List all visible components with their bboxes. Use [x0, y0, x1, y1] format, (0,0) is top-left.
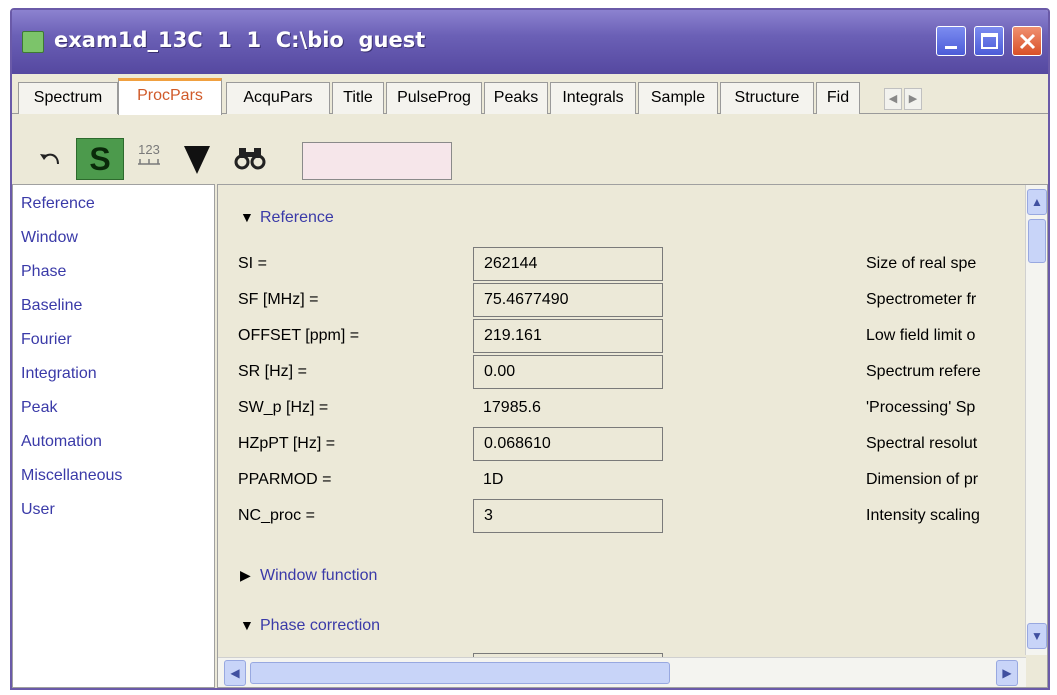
parameter-panel: ▼ Reference SI = 262144 Size of real spe …: [217, 184, 1048, 688]
param-description: Intensity scaling: [866, 507, 980, 524]
param-label: SW_p [Hz] =: [238, 399, 329, 416]
param-description: Spectrometer fr: [866, 291, 977, 308]
tab-bar: Spectrum ProcPars AcquPars Title PulsePr…: [12, 78, 1048, 115]
tab-spectrum[interactable]: Spectrum: [18, 82, 118, 114]
close-button[interactable]: [1012, 26, 1042, 56]
sidebar-item-user[interactable]: User: [21, 501, 55, 519]
sw-p-value: 17985.6: [483, 399, 541, 416]
param-description: Dimension of pr: [866, 471, 979, 488]
show-all-button[interactable]: S: [76, 138, 124, 180]
procpars-window: exam1d_13C 1 1 C:\bio guest Spectrum Pro…: [10, 8, 1050, 690]
horizontal-scrollbar[interactable]: ◀ ▶: [218, 657, 1026, 687]
sidebar: Reference Window Phase Baseline Fourier …: [12, 184, 215, 688]
tab-fid[interactable]: Fid: [816, 82, 860, 114]
triangle-right-icon: ▶: [240, 567, 251, 583]
sidebar-item-automation[interactable]: Automation: [21, 433, 102, 451]
binoculars-icon: [234, 148, 266, 170]
param-label: NC_proc =: [238, 507, 315, 524]
app-icon: [22, 31, 44, 53]
triangle-down-icon: ▼: [240, 209, 254, 225]
scroll-right-button[interactable]: ▶: [996, 660, 1018, 686]
triangle-down-icon: [184, 146, 210, 174]
triangle-down-icon: ▼: [240, 617, 254, 633]
title-bar[interactable]: exam1d_13C 1 1 C:\bio guest: [12, 10, 1048, 74]
toolbar: S 123: [12, 116, 1048, 184]
offset-field[interactable]: 219.161: [473, 319, 663, 353]
sidebar-item-phase[interactable]: Phase: [21, 263, 66, 281]
param-label: PPARMOD =: [238, 471, 332, 488]
sidebar-item-baseline[interactable]: Baseline: [21, 297, 82, 315]
search-button[interactable]: [230, 140, 270, 176]
section-window-function-label: Window function: [260, 567, 378, 584]
maximize-icon: [981, 33, 998, 49]
pparmod-value: 1D: [483, 471, 504, 488]
sidebar-item-fourier[interactable]: Fourier: [21, 331, 72, 349]
scale-icon: [138, 159, 160, 165]
hzppt-field[interactable]: 0.068610: [473, 427, 663, 461]
section-window-function[interactable]: ▶ Window function: [240, 567, 377, 585]
minimize-button[interactable]: [936, 26, 966, 56]
tab-sample[interactable]: Sample: [638, 82, 718, 114]
param-label: SR [Hz] =: [238, 363, 307, 380]
section-reference-label: Reference: [260, 209, 334, 226]
tab-scroll-left-button[interactable]: ◀: [884, 88, 902, 110]
numeric-label: 123: [138, 142, 160, 157]
tab-acqupars[interactable]: AcquPars: [226, 82, 330, 114]
minimize-icon: [945, 46, 957, 49]
scroll-left-button[interactable]: ◀: [224, 660, 246, 686]
param-description: Spectral resolut: [866, 435, 978, 452]
si-field[interactable]: 262144: [473, 247, 663, 281]
tab-peaks[interactable]: Peaks: [484, 82, 548, 114]
undo-icon: [40, 153, 59, 165]
tab-pulseprog[interactable]: PulseProg: [386, 82, 482, 114]
search-input[interactable]: [302, 142, 452, 180]
window-title: exam1d_13C 1 1 C:\bio guest: [54, 28, 426, 52]
sr-field[interactable]: 0.00: [473, 355, 663, 389]
sf-field[interactable]: 75.4677490: [473, 283, 663, 317]
section-phase-correction[interactable]: ▼ Phase correction: [240, 617, 380, 635]
horizontal-scroll-thumb[interactable]: [250, 662, 670, 684]
tab-procpars[interactable]: ProcPars: [118, 78, 222, 115]
tab-title[interactable]: Title: [332, 82, 384, 114]
sidebar-item-window[interactable]: Window: [21, 229, 78, 247]
param-label: SI =: [238, 255, 267, 272]
expand-all-button[interactable]: [176, 140, 216, 176]
vertical-scroll-thumb[interactable]: [1028, 219, 1046, 263]
section-reference[interactable]: ▼ Reference: [240, 209, 334, 227]
undo-button[interactable]: [36, 144, 66, 180]
sidebar-item-peak[interactable]: Peak: [21, 399, 57, 417]
section-phase-correction-label: Phase correction: [260, 617, 381, 634]
maximize-button[interactable]: [974, 26, 1004, 56]
numeric-mode-button[interactable]: 123: [132, 142, 166, 180]
param-description: Low field limit o: [866, 327, 976, 344]
scroll-up-button[interactable]: ▲: [1027, 189, 1047, 215]
close-icon: [1019, 33, 1036, 50]
param-description: 'Processing' Sp: [866, 399, 976, 416]
tab-scroll-right-button[interactable]: ▶: [904, 88, 922, 110]
sidebar-item-reference[interactable]: Reference: [21, 195, 95, 213]
vertical-scrollbar[interactable]: ▲ ▼: [1025, 185, 1047, 655]
sidebar-item-miscellaneous[interactable]: Miscellaneous: [21, 467, 122, 485]
tab-structure[interactable]: Structure: [720, 82, 814, 114]
scroll-down-button[interactable]: ▼: [1027, 623, 1047, 649]
param-label: SF [MHz] =: [238, 291, 319, 308]
param-label: OFFSET [ppm] =: [238, 327, 360, 344]
nc-proc-field[interactable]: 3: [473, 499, 663, 533]
tab-integrals[interactable]: Integrals: [550, 82, 636, 114]
param-description: Spectrum refere: [866, 363, 981, 380]
param-description: Size of real spe: [866, 255, 977, 272]
sidebar-item-integration[interactable]: Integration: [21, 365, 97, 383]
param-label: HZpPT [Hz] =: [238, 435, 336, 452]
